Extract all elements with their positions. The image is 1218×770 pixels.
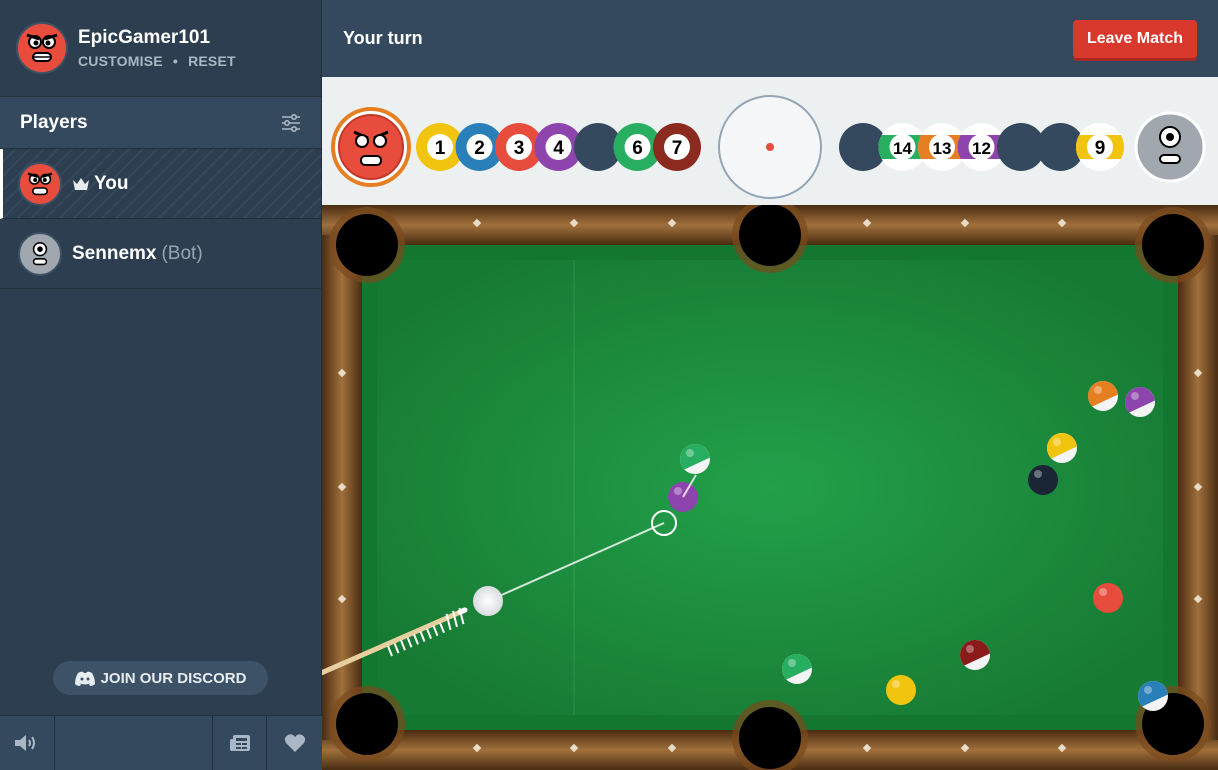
- news-button[interactable]: [213, 716, 267, 770]
- pool-table[interactable]: [322, 205, 1218, 770]
- players-header: Players: [0, 97, 321, 149]
- avatar[interactable]: [16, 22, 68, 74]
- newspaper-icon: [229, 735, 250, 751]
- tracker-ball-number: 13: [933, 139, 952, 158]
- separator: •: [172, 53, 178, 69]
- ball: [886, 675, 916, 705]
- hud-graphics: 1 2 3 4 6 7 14 13 12 9: [331, 95, 1206, 199]
- speaker-icon: [15, 735, 35, 751]
- profile: EpicGamer101 CUSTOMISE • RESET: [0, 0, 321, 97]
- player-avatar: [18, 161, 62, 206]
- players-title: Players: [20, 111, 88, 133]
- player-name: You: [94, 172, 129, 194]
- turn-status: Your turn: [343, 28, 423, 48]
- tracker-ball-number: 14: [893, 139, 912, 158]
- tracker-ball-number: 4: [553, 138, 564, 159]
- tracker-ball: 7: [653, 123, 701, 171]
- tracker-ball-number: 9: [1095, 138, 1106, 159]
- ball: [1028, 465, 1058, 495]
- favorite-button[interactable]: [267, 716, 322, 770]
- heart-icon: [284, 734, 305, 752]
- crown-icon: [73, 177, 89, 190]
- angry-face-icon: [26, 33, 58, 62]
- footer-spacer: [55, 716, 213, 770]
- pocket: [739, 205, 801, 266]
- sidebar-footer: [0, 715, 322, 770]
- player-name: Sennemx: [72, 242, 157, 264]
- ball: [1093, 583, 1123, 613]
- player-avatar: [18, 231, 62, 276]
- settings-sliders-icon[interactable]: [281, 113, 301, 133]
- discord-icon: [74, 671, 95, 686]
- tracker-ball-number: 3: [514, 138, 525, 159]
- customise-link[interactable]: CUSTOMISE: [78, 53, 163, 69]
- tracker-ball: 9: [1076, 123, 1124, 171]
- pocket: [336, 693, 398, 755]
- bot-tag: (Bot): [161, 242, 203, 264]
- pocket: [336, 214, 398, 276]
- tracker-ball-number: 2: [474, 138, 485, 159]
- spin-point[interactable]: [766, 143, 774, 151]
- discord-label: JOIN OUR DISCORD: [100, 669, 247, 687]
- tracker-ball-number: 6: [632, 138, 643, 159]
- player-row-bot[interactable]: Sennemx (Bot): [0, 219, 321, 289]
- game-header: Your turn Leave Match: [322, 0, 1218, 77]
- pocket: [1142, 214, 1204, 276]
- tracker-ball-number: 12: [972, 139, 991, 158]
- sidebar: EpicGamer101 CUSTOMISE • RESET Players Y…: [0, 0, 322, 770]
- leave-match-button[interactable]: Leave Match: [1072, 19, 1197, 58]
- tracker-ball-number: 1: [435, 138, 446, 159]
- sound-button[interactable]: [0, 716, 55, 770]
- cue-ball[interactable]: [473, 586, 503, 616]
- player-row-you[interactable]: You: [0, 149, 321, 219]
- reset-link[interactable]: RESET: [188, 53, 236, 69]
- pocket: [739, 707, 801, 769]
- ball-tracker: 1 2 3 4 6 7 14 13 12 9: [322, 77, 1218, 205]
- join-discord-button[interactable]: JOIN OUR DISCORD: [53, 661, 268, 695]
- username: EpicGamer101: [78, 27, 211, 48]
- leave-match-label: Leave Match: [1086, 29, 1183, 47]
- tracker-ball-number: 7: [672, 138, 683, 159]
- cyclops-face-icon: [32, 241, 48, 265]
- angry-face-icon: [27, 171, 53, 195]
